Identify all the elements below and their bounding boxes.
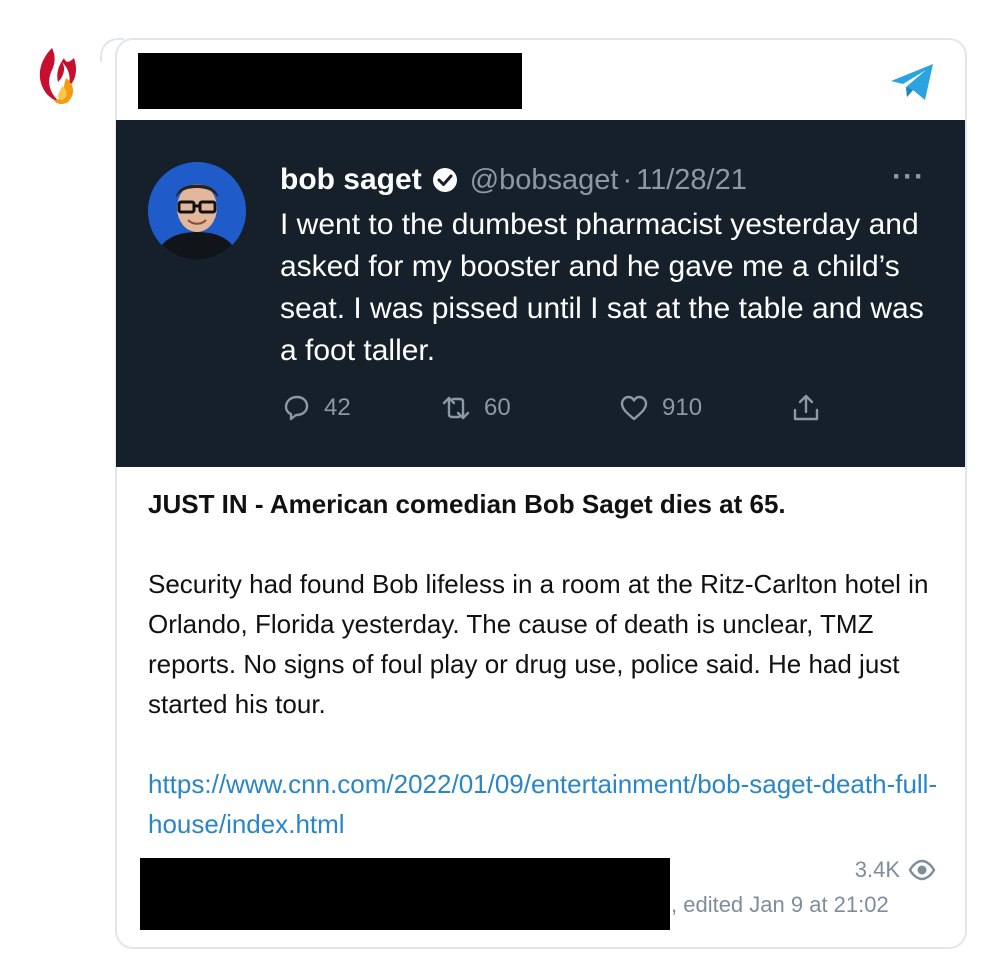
- tweet-date[interactable]: 11/28/21: [636, 164, 747, 197]
- flame-logo-icon: [23, 39, 97, 113]
- tweet-separator: ·: [622, 163, 633, 196]
- reply-button[interactable]: 42: [280, 392, 440, 424]
- verified-badge-icon: [432, 167, 458, 193]
- article-link[interactable]: https://www.cnn.com/2022/01/09/entertain…: [148, 764, 948, 844]
- message-text: JUST IN - American comedian Bob Saget di…: [148, 484, 948, 844]
- more-options-icon[interactable]: ···: [892, 160, 925, 194]
- like-count: 910: [662, 394, 703, 421]
- view-count: 3.4K: [855, 857, 936, 883]
- view-count-value: 3.4K: [854, 857, 900, 882]
- heart-icon: [620, 395, 648, 421]
- telegram-post: bob saget @bobsaget · 11/28/21 ··· I wen…: [0, 0, 1000, 977]
- tweet-handle[interactable]: @bobsaget: [470, 164, 619, 197]
- message-body: Security had found Bob lifeless in a roo…: [148, 569, 929, 719]
- tweet-author-name[interactable]: bob saget: [280, 163, 422, 197]
- embedded-tweet[interactable]: bob saget @bobsaget · 11/28/21 ··· I wen…: [116, 120, 965, 467]
- edited-timestamp: , edited Jan 9 at 21:02: [671, 892, 889, 917]
- tweet-author-avatar[interactable]: [148, 162, 246, 260]
- retweet-button[interactable]: 60: [440, 392, 618, 424]
- channel-avatar[interactable]: [22, 38, 98, 114]
- eye-icon: [908, 859, 936, 881]
- reply-count: 42: [324, 394, 351, 421]
- share-upload-icon: [793, 394, 819, 421]
- tweet-text: I went to the dumbest pharmacist yesterd…: [280, 208, 924, 367]
- retweet-icon: [442, 396, 470, 420]
- redacted-author-signature: [140, 858, 670, 930]
- share-tweet-button[interactable]: [790, 392, 834, 424]
- message-headline: JUST IN - American comedian Bob Saget di…: [148, 489, 786, 519]
- reply-icon: [284, 395, 309, 421]
- tweet-header: bob saget @bobsaget · 11/28/21: [280, 160, 747, 200]
- retweet-count: 60: [484, 394, 511, 421]
- tweet-actions: 42 60 910: [280, 388, 834, 428]
- redacted-channel-name: [138, 53, 522, 109]
- like-button[interactable]: 910: [618, 392, 790, 424]
- telegram-share-icon[interactable]: [888, 60, 936, 104]
